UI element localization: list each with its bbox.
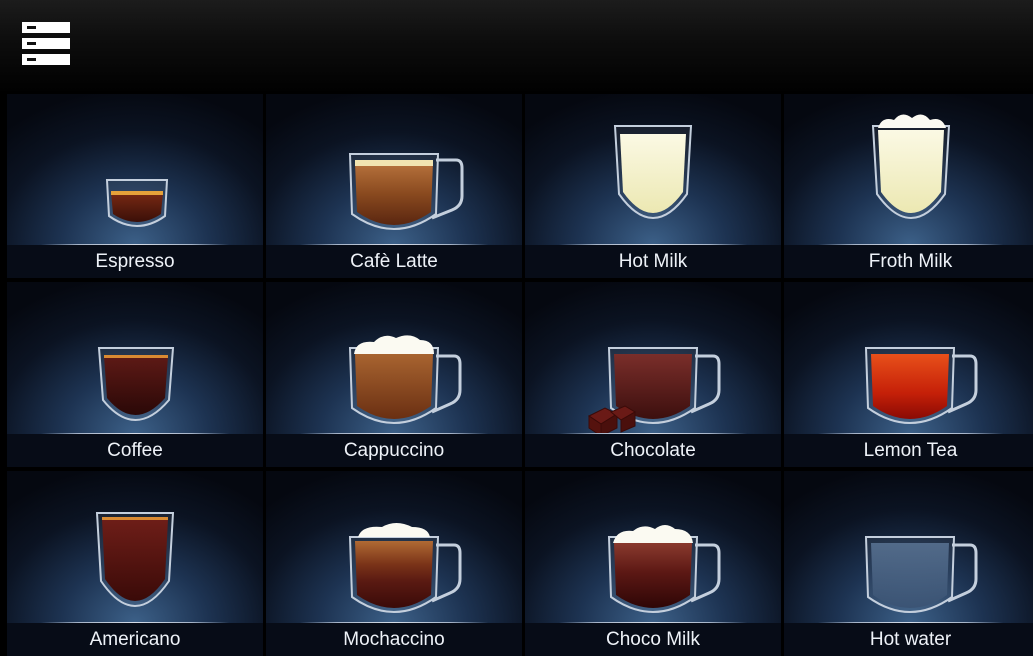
drink-tile-espresso[interactable]: Espresso	[7, 94, 263, 278]
drink-label: Mochaccino	[266, 623, 522, 656]
drink-tile-chocolate[interactable]: Chocolate	[525, 282, 781, 467]
drink-label: Lemon Tea	[784, 434, 1033, 467]
drink-tile-mochaccino[interactable]: Mochaccino	[266, 471, 522, 656]
drink-tile-hot-milk[interactable]: Hot Milk	[525, 94, 781, 278]
drink-label: Hot Milk	[525, 245, 781, 278]
drink-label: Choco Milk	[525, 623, 781, 656]
chocolate-pieces	[588, 405, 636, 437]
drink-label: Cappuccino	[266, 434, 522, 467]
drink-label: Hot water	[784, 623, 1033, 656]
drink-tile-cappuccino[interactable]: Cappuccino	[266, 282, 522, 467]
drink-label: Americano	[7, 623, 263, 656]
drink-label: Espresso	[7, 245, 263, 278]
drink-tile-coffee[interactable]: Coffee	[7, 282, 263, 467]
drink-tile-cafe-latte[interactable]: Cafè Latte	[266, 94, 522, 278]
drink-label: Cafè Latte	[266, 245, 522, 278]
drink-tile-froth-milk[interactable]: Froth Milk	[784, 94, 1033, 278]
drink-tile-lemon-tea[interactable]: Lemon Tea	[784, 282, 1033, 467]
drink-label: Froth Milk	[784, 245, 1033, 278]
drink-tile-choco-milk[interactable]: Choco Milk	[525, 471, 781, 656]
drink-tile-hot-water[interactable]: Hot water	[784, 471, 1033, 656]
drink-grid: Espresso Cafè Latte Hot Milk Froth Milk	[7, 94, 1033, 656]
menu-list-icon[interactable]	[22, 22, 72, 68]
drink-tile-americano[interactable]: Americano	[7, 471, 263, 656]
top-bar	[0, 0, 1033, 94]
drink-label: Coffee	[7, 434, 263, 467]
drink-label: Chocolate	[525, 434, 781, 467]
